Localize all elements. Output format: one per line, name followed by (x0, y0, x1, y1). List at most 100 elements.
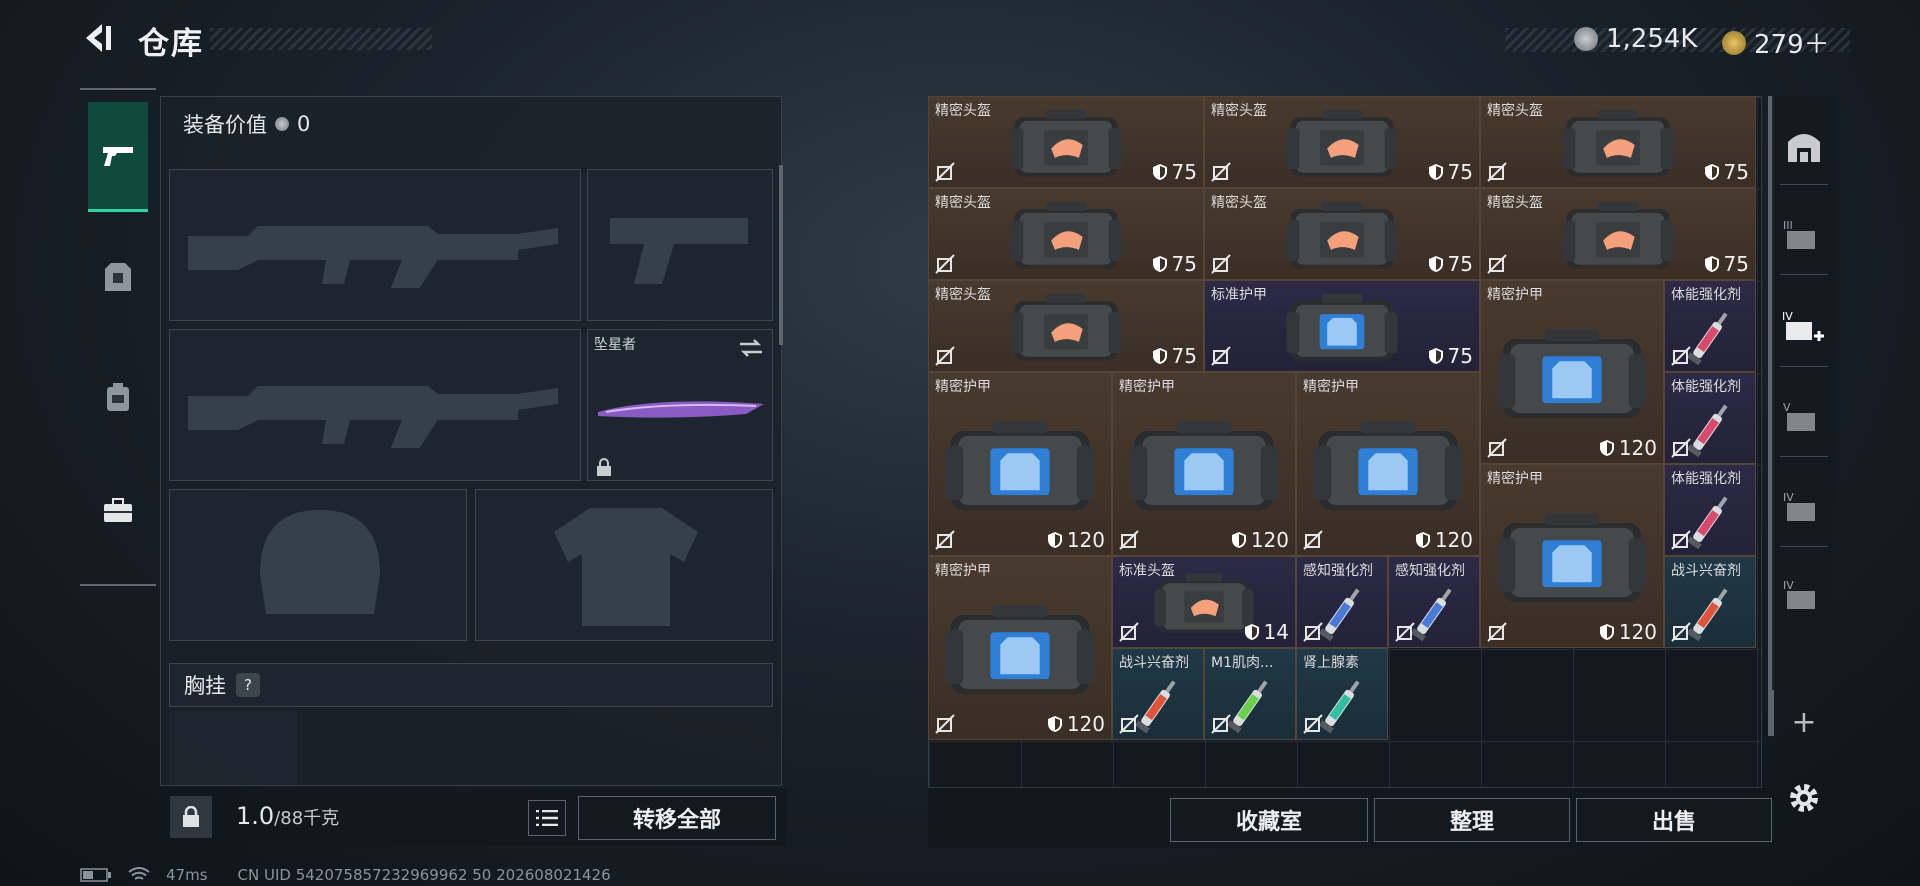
rail-page-6[interactable]: IV (1782, 486, 1826, 530)
stash-item-syringe[interactable]: 体能强化剂 (1664, 464, 1756, 556)
melee-slot[interactable]: 坠星者 (587, 329, 773, 481)
stash-item-helmet[interactable]: 精密头盔 75 (1480, 96, 1756, 188)
rail-page-3[interactable]: III (1782, 214, 1826, 258)
rail-page-4-add[interactable]: IV (1782, 306, 1826, 350)
currency-gold[interactable]: 279＋ (1722, 24, 1830, 61)
item-name: 感知强化剂 (1303, 563, 1373, 579)
no-transfer-icon (1119, 714, 1139, 734)
stash-item-armor[interactable]: 精密护甲 120 (1480, 280, 1664, 464)
item-name: 精密头盔 (935, 287, 991, 303)
rail-divider (1780, 366, 1828, 367)
item-name: 精密护甲 (1119, 379, 1175, 395)
item-durability-value: 120 (1434, 528, 1473, 552)
stash-item-syringe[interactable]: 战斗兴奋剂 (1664, 556, 1756, 648)
armor-shield-icon (1231, 532, 1246, 548)
item-name: 肾上腺素 (1303, 655, 1359, 671)
tab-case[interactable] (88, 456, 148, 566)
chest-rig-slot[interactable] (169, 711, 297, 785)
helmet-case-icon (1010, 293, 1122, 361)
stash-item-armor[interactable]: 精密护甲 120 (928, 556, 1112, 740)
sidearm-slot[interactable] (587, 169, 773, 321)
item-name: 精密护甲 (1487, 287, 1543, 303)
stash-item-helmet[interactable]: 精密头盔 75 (928, 188, 1204, 280)
stash-item-helmet[interactable]: 标准头盔 14 (1112, 556, 1296, 648)
rail-page-5[interactable]: V (1782, 396, 1826, 440)
stash-item-syringe[interactable]: M1肌肉... (1204, 648, 1296, 740)
no-transfer-icon (1119, 622, 1139, 642)
help-icon[interactable]: ? (236, 673, 260, 697)
stash-item-helmet[interactable]: 精密头盔 75 (1204, 96, 1480, 188)
backpack-icon (107, 383, 129, 411)
tier4-folder-icon: IV (1783, 579, 1815, 609)
stash-item-helmet[interactable]: 精密头盔 75 (928, 280, 1204, 372)
helmet-slot[interactable] (169, 489, 467, 641)
settings-button[interactable] (1786, 780, 1822, 816)
stash-item-armor[interactable]: 精密护甲 120 (928, 372, 1112, 556)
page-title: 仓库 (138, 26, 204, 62)
stash-item-armor[interactable]: 标准护甲 75 (1204, 280, 1480, 372)
equipment-value: 装备价值 0 (183, 109, 310, 139)
item-durability: 75 (1428, 344, 1473, 368)
stash-item-syringe[interactable]: 战斗兴奋剂 (1112, 648, 1204, 740)
loadout-scrollbar[interactable] (779, 165, 783, 345)
primary-weapon-slot[interactable] (169, 169, 581, 321)
stash-item-helmet[interactable]: 精密头盔 75 (1204, 188, 1480, 280)
weight-capacity: /88千克 (274, 808, 340, 829)
no-transfer-icon (935, 346, 955, 366)
back-button[interactable] (80, 20, 116, 56)
list-view-button[interactable] (528, 800, 566, 836)
armor-shield-icon (1428, 256, 1443, 272)
item-name: 精密护甲 (935, 379, 991, 395)
stash-item-syringe[interactable]: 感知强化剂 (1296, 556, 1388, 648)
armor-vest-icon (105, 263, 131, 291)
stash-item-syringe[interactable]: 体能强化剂 (1664, 372, 1756, 464)
item-durability-value: 120 (1066, 528, 1105, 552)
chest-rig-header[interactable]: 胸挂 ? (169, 663, 773, 707)
stash-item-armor[interactable]: 精密护甲 120 (1112, 372, 1296, 556)
svg-text:IV: IV (1783, 579, 1794, 592)
tab-armor[interactable] (88, 222, 148, 332)
stash-item-helmet[interactable]: 精密头盔 75 (1480, 188, 1756, 280)
rail-page-7[interactable]: IV (1782, 574, 1826, 618)
swap-arrows-icon[interactable] (738, 338, 764, 358)
no-transfer-icon (1487, 622, 1507, 642)
item-name: 战斗兴奋剂 (1671, 563, 1741, 579)
lock-icon (183, 806, 199, 827)
armor-shield-icon (1244, 624, 1259, 640)
stash-item-syringe[interactable]: 体能强化剂 (1664, 280, 1756, 372)
svg-text:III: III (1783, 219, 1793, 232)
secondary-weapon-slot[interactable] (169, 329, 581, 481)
armor-case-icon (1286, 293, 1398, 361)
sell-button[interactable]: 出售 (1576, 798, 1772, 842)
no-transfer-icon (1671, 346, 1691, 366)
body-armor-slot[interactable] (475, 489, 773, 641)
tab-weapons[interactable] (88, 102, 148, 212)
stash-item-syringe[interactable]: 肾上腺素 (1296, 648, 1388, 740)
stash-item-syringe[interactable]: 感知强化剂 (1388, 556, 1480, 648)
helmet-case-icon (1562, 201, 1674, 269)
stash-item-armor[interactable]: 精密护甲 120 (1296, 372, 1480, 556)
tier4-add-crate-icon: IV (1782, 310, 1824, 341)
battery-icon (80, 868, 111, 882)
lock-button[interactable] (170, 796, 212, 838)
no-transfer-icon (1671, 622, 1691, 642)
armor-shield-icon (1415, 532, 1430, 548)
item-durability-value: 75 (1447, 344, 1473, 368)
stash-item-armor[interactable]: 精密护甲 120 (1480, 464, 1664, 648)
stash-item-helmet[interactable]: 精密头盔 75 (928, 96, 1204, 188)
helmet-case-icon (1154, 573, 1254, 633)
transfer-all-button[interactable]: 转移全部 (578, 796, 776, 840)
item-name: 战斗兴奋剂 (1119, 655, 1189, 671)
rail-home-tab[interactable] (1782, 124, 1826, 168)
armor-shield-icon (1599, 624, 1614, 640)
no-transfer-icon (1487, 438, 1507, 458)
collection-room-button[interactable]: 收藏室 (1170, 798, 1368, 842)
sort-button[interactable]: 整理 (1374, 798, 1570, 842)
item-name: 精密头盔 (1487, 195, 1543, 211)
add-page-button[interactable]: + (1782, 700, 1826, 744)
tab-backpack[interactable] (88, 342, 148, 452)
no-transfer-icon (1303, 714, 1323, 734)
svg-text:V: V (1783, 401, 1791, 414)
gold-amount: 279＋ (1754, 30, 1830, 60)
armor-shield-icon (1047, 532, 1062, 548)
